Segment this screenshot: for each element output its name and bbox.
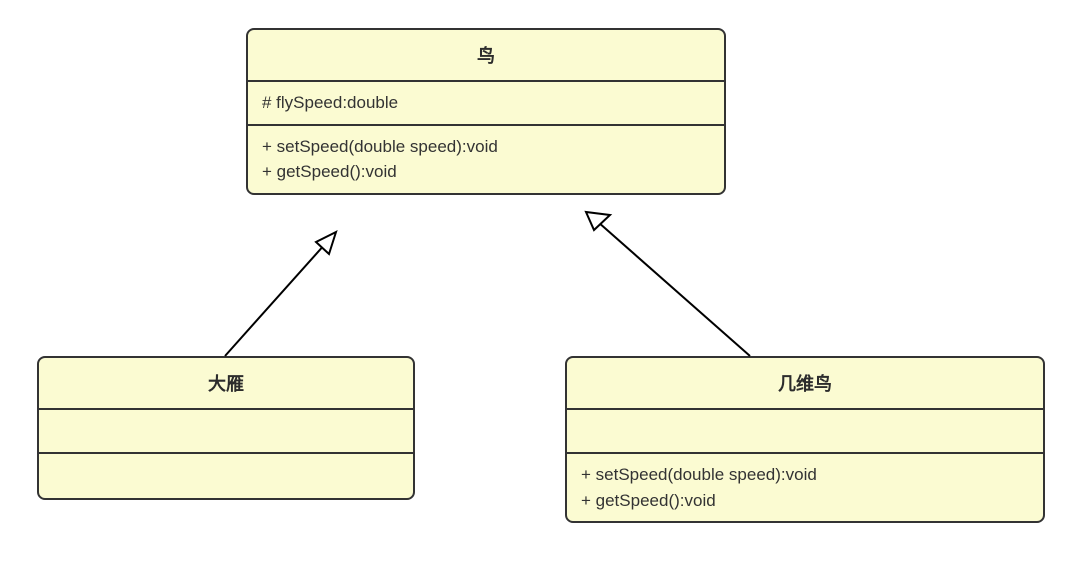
class-bird-methods: + setSpeed(double speed):void + getSpeed… xyxy=(248,126,724,193)
relation-wildgoose-bird xyxy=(225,232,336,356)
class-kiwi-method-0: + setSpeed(double speed):void xyxy=(581,462,1029,488)
class-bird: 鸟 # flySpeed:double + setSpeed(double sp… xyxy=(246,28,726,195)
class-kiwi: 几维鸟 + setSpeed(double speed):void + getS… xyxy=(565,356,1045,523)
class-wildgoose-methods xyxy=(39,454,413,498)
class-bird-title: 鸟 xyxy=(248,30,724,82)
class-kiwi-method-1: + getSpeed():void xyxy=(581,488,1029,514)
relation-kiwi-bird xyxy=(586,212,750,356)
class-bird-method-1: + getSpeed():void xyxy=(262,159,710,185)
class-wildgoose: 大雁 xyxy=(37,356,415,500)
class-kiwi-title: 几维鸟 xyxy=(567,358,1043,410)
class-bird-method-0: + setSpeed(double speed):void xyxy=(262,134,710,160)
class-bird-attributes: # flySpeed:double xyxy=(248,82,724,126)
class-kiwi-attributes xyxy=(567,410,1043,454)
class-kiwi-methods: + setSpeed(double speed):void + getSpeed… xyxy=(567,454,1043,521)
class-wildgoose-attributes xyxy=(39,410,413,454)
class-wildgoose-title: 大雁 xyxy=(39,358,413,410)
class-bird-attr-0: # flySpeed:double xyxy=(262,90,710,116)
